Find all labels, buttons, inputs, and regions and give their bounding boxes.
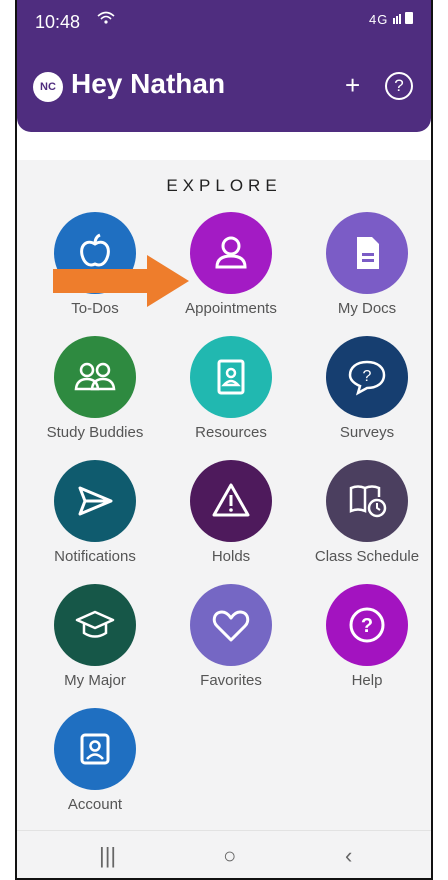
tile-label: Class Schedule	[314, 548, 420, 565]
signal-status: 4G	[369, 12, 415, 27]
wifi-icon	[97, 10, 115, 31]
warning-icon	[212, 483, 250, 517]
tile-study-buddies[interactable]: Study Buddies	[25, 336, 165, 448]
status-bar: 10:48 4G	[17, 0, 431, 44]
recents-button[interactable]: |||	[99, 843, 116, 869]
send-icon	[78, 486, 113, 516]
contact-card-icon	[217, 359, 245, 395]
speech-question-icon: ?	[348, 360, 386, 396]
people-icon	[74, 362, 116, 391]
tile-help[interactable]: ? Help	[297, 584, 431, 696]
tile-surveys[interactable]: ? Surveys	[297, 336, 431, 448]
annotation-arrow	[53, 255, 189, 307]
person-icon	[215, 236, 247, 269]
tile-circle[interactable]	[326, 212, 408, 294]
tile-circle[interactable]: ?	[326, 584, 408, 666]
tile-circle[interactable]	[190, 460, 272, 542]
svg-text:?: ?	[361, 615, 373, 637]
graduation-cap-icon	[75, 610, 115, 638]
tile-class-schedule[interactable]: Class Schedule	[297, 460, 431, 572]
system-nav-bar: ||| ○ ‹	[17, 830, 431, 878]
tile-circle[interactable]: ?	[326, 336, 408, 418]
add-button[interactable]: +	[345, 70, 360, 101]
tile-account[interactable]: Account	[25, 708, 165, 820]
svg-text:?: ?	[363, 368, 372, 385]
document-icon	[357, 237, 379, 269]
tile-circle[interactable]	[190, 584, 272, 666]
tile-circle[interactable]	[54, 460, 136, 542]
avatar[interactable]: NC	[33, 72, 63, 102]
help-button[interactable]: ?	[385, 72, 413, 100]
home-button[interactable]: ○	[223, 843, 236, 869]
phone-screen: 10:48 4G NC Hey Nathan + ? EXPLORE To-Do…	[15, 0, 433, 880]
question-icon: ?	[349, 607, 385, 643]
tile-circle[interactable]	[190, 212, 272, 294]
tile-favorites[interactable]: Favorites	[161, 584, 301, 696]
page-title: Hey Nathan	[71, 68, 226, 99]
battery-icon	[393, 12, 415, 27]
explore-section: EXPLORE To-Dos Appointments My Docs Stud…	[17, 160, 431, 830]
tile-holds[interactable]: Holds	[161, 460, 301, 572]
tile-circle[interactable]	[54, 336, 136, 418]
tile-notifications[interactable]: Notifications	[25, 460, 165, 572]
account-icon	[80, 733, 110, 765]
tile-label: Surveys	[339, 424, 395, 441]
tile-circle[interactable]	[54, 584, 136, 666]
back-button[interactable]: ‹	[345, 843, 352, 869]
tile-label: Account	[67, 796, 123, 813]
tile-label: My Docs	[337, 300, 397, 317]
tile-circle[interactable]	[54, 708, 136, 790]
tile-circle[interactable]	[190, 336, 272, 418]
tile-my-major[interactable]: My Major	[25, 584, 165, 696]
tile-resources[interactable]: Resources	[161, 336, 301, 448]
status-time: 10:48	[35, 12, 81, 32]
tile-circle[interactable]	[326, 460, 408, 542]
heart-icon	[212, 610, 250, 642]
tile-label: Help	[351, 672, 383, 689]
app-header: 10:48 4G NC Hey Nathan + ?	[17, 0, 431, 132]
signal-label: 4G	[369, 12, 389, 27]
section-title: EXPLORE	[166, 176, 282, 195]
tile-my-docs[interactable]: My Docs	[297, 212, 431, 324]
book-clock-icon	[349, 485, 387, 518]
